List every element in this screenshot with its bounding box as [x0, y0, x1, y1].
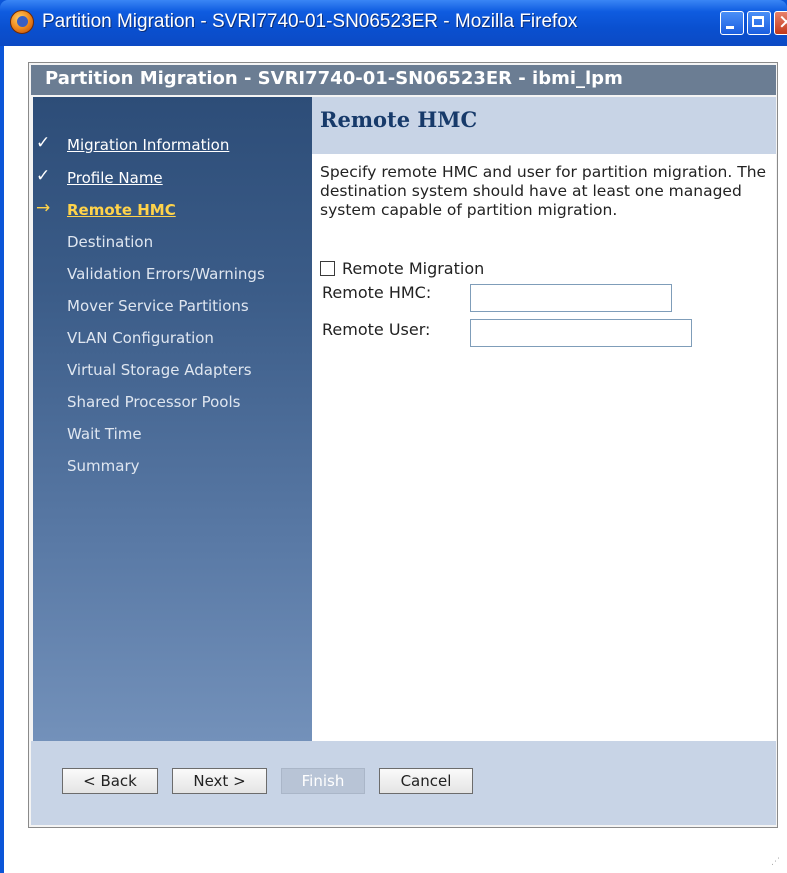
nav-step-label: Mover Service Partitions: [67, 297, 249, 315]
nav-step-label: Destination: [67, 233, 154, 251]
close-icon[interactable]: ✕: [774, 10, 787, 35]
nav-step-destination: Destination: [33, 230, 312, 258]
remote-hmc-label: Remote HMC:: [322, 283, 432, 302]
nav-step-label[interactable]: Remote HMC: [67, 201, 176, 219]
wizard-title: Partition Migration - SVRI7740-01-SN0652…: [45, 68, 623, 89]
minimize-icon[interactable]: [720, 11, 744, 35]
nav-step-summary: Summary: [33, 454, 312, 482]
remote-migration-checkbox[interactable]: [320, 261, 335, 276]
nav-step-profile-name[interactable]: ✓ Profile Name: [33, 166, 312, 194]
next-button[interactable]: Next >: [172, 768, 267, 794]
nav-step-label: VLAN Configuration: [67, 329, 214, 347]
remote-user-input[interactable]: [470, 319, 692, 347]
nav-step-mover-service-partitions: Mover Service Partitions: [33, 294, 312, 322]
nav-step-label[interactable]: Profile Name: [67, 169, 163, 187]
check-icon: ✓: [36, 133, 51, 153]
remote-user-label: Remote User:: [322, 320, 431, 339]
page-title: Remote HMC: [320, 107, 478, 132]
nav-step-label: Shared Processor Pools: [67, 393, 241, 411]
back-button[interactable]: < Back: [62, 768, 158, 794]
nav-step-remote-hmc[interactable]: → Remote HMC: [33, 198, 312, 226]
finish-button: Finish: [281, 768, 365, 794]
page-header: Remote HMC: [312, 97, 776, 154]
wizard-content: Remote HMC Specify remote HMC and user f…: [312, 97, 776, 741]
arrow-right-icon: →: [36, 198, 51, 218]
wizard-step-nav: ✓ Migration Information ✓ Profile Name →…: [33, 97, 312, 741]
nav-step-label: Wait Time: [67, 425, 142, 443]
nav-step-vlan-configuration: VLAN Configuration: [33, 326, 312, 354]
nav-step-label: Validation Errors/Warnings: [67, 265, 265, 283]
resize-grip-icon[interactable]: ⋰: [771, 857, 781, 867]
nav-step-shared-processor-pools: Shared Processor Pools: [33, 390, 312, 418]
nav-step-label: Virtual Storage Adapters: [67, 361, 252, 379]
cancel-button[interactable]: Cancel: [379, 768, 473, 794]
wizard-header: Partition Migration - SVRI7740-01-SN0652…: [31, 65, 776, 95]
nav-step-wait-time: Wait Time: [33, 422, 312, 450]
nav-step-validation: Validation Errors/Warnings: [33, 262, 312, 290]
window-titlebar[interactable]: Partition Migration - SVRI7740-01-SN0652…: [0, 0, 787, 46]
remote-hmc-input[interactable]: [470, 284, 672, 312]
page-description: Specify remote HMC and user for partitio…: [320, 163, 767, 219]
nav-step-migration-information[interactable]: ✓ Migration Information: [33, 133, 312, 161]
nav-step-label: Summary: [67, 457, 140, 475]
remote-migration-label[interactable]: Remote Migration: [342, 259, 484, 278]
nav-step-label[interactable]: Migration Information: [67, 136, 229, 154]
maximize-icon[interactable]: [747, 11, 771, 35]
firefox-icon: [10, 10, 34, 34]
window-title: Partition Migration - SVRI7740-01-SN0652…: [42, 11, 578, 32]
check-icon: ✓: [36, 166, 51, 186]
nav-step-virtual-storage-adapters: Virtual Storage Adapters: [33, 358, 312, 386]
